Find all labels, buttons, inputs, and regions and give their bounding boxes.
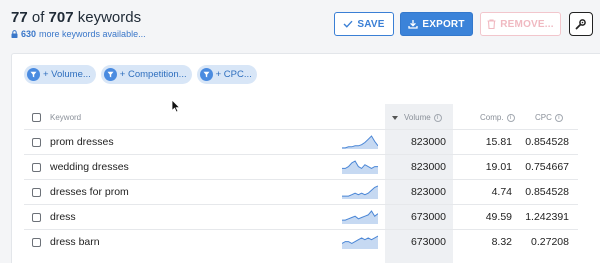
volume-cell: 823000: [410, 136, 446, 148]
filter-icon: [103, 68, 117, 81]
sparkline-area: [342, 186, 378, 199]
trend-sparkline: [342, 235, 378, 249]
export-button[interactable]: EXPORT: [400, 12, 473, 36]
filter-cpc-label: + CPC...: [215, 69, 252, 80]
keyword-cell: wedding dresses: [50, 161, 129, 173]
competition-cell: 15.81: [485, 136, 512, 148]
remove-button[interactable]: REMOVE...: [480, 12, 561, 36]
filter-icon: [27, 68, 40, 81]
table-row[interactable]: prom dresses 823000 15.81 0.854528: [24, 129, 578, 154]
filter-cpc[interactable]: + CPC...: [196, 65, 257, 84]
sparkline-area: [342, 236, 378, 249]
trend-sparkline: [342, 135, 378, 149]
row-checkbox[interactable]: [32, 163, 41, 172]
row-checkbox[interactable]: [32, 138, 41, 147]
filter-bar: + Volume... + Competition... + CPC...: [24, 65, 257, 84]
info-icon[interactable]: i: [554, 113, 563, 122]
info-icon[interactable]: i: [506, 113, 515, 122]
gear-icon: [575, 19, 586, 30]
filter-volume[interactable]: + Volume...: [24, 65, 96, 84]
filter-competition-label: + Competition...: [119, 69, 187, 80]
keyword-cell: prom dresses: [50, 136, 114, 148]
trend-sparkline: [342, 160, 378, 174]
competition-cell: 19.01: [485, 161, 512, 173]
count-total: 707: [48, 9, 74, 26]
table-row[interactable]: dresses for prom 823000 4.74 0.854528: [24, 179, 578, 204]
keyword-cell: dress: [50, 211, 76, 223]
cpc-cell: 0.854528: [525, 186, 569, 198]
table-row[interactable]: wedding dresses 823000 19.01 0.754667: [24, 154, 578, 179]
row-checkbox[interactable]: [32, 213, 41, 222]
table-row[interactable]: dress 673000 49.59 1.242391: [24, 204, 578, 229]
sparkline-line: [342, 160, 378, 170]
competition-cell: 8.32: [491, 236, 512, 248]
cpc-cell: 0.27208: [531, 236, 569, 248]
cpc-cell: 0.754667: [525, 161, 569, 173]
column-header-cpc[interactable]: CPC i: [535, 113, 563, 122]
count-of: of: [31, 9, 45, 26]
keyword-cell: dresses for prom: [50, 186, 129, 198]
keyword-count-title: 77 of 707 keywords: [11, 9, 141, 26]
row-checkbox[interactable]: [32, 188, 41, 197]
more-keywords-link[interactable]: 630 more keywords available...: [11, 29, 146, 39]
lock-icon: [11, 30, 18, 38]
volume-cell: 823000: [410, 161, 446, 173]
volume-cell: 673000: [410, 211, 446, 223]
select-all-checkbox[interactable]: [32, 113, 41, 122]
keywords-panel: + Volume... + Competition... + CPC... Ke…: [11, 53, 600, 263]
table-row[interactable]: dress barn 673000 8.32 0.27208: [24, 229, 578, 254]
volume-cell: 673000: [410, 236, 446, 248]
settings-button[interactable]: [569, 12, 593, 36]
keyword-cell: dress barn: [50, 236, 100, 248]
sort-desc-icon: [392, 115, 398, 120]
count-unit: keywords: [77, 9, 142, 26]
column-header-keyword[interactable]: Keyword: [50, 113, 81, 122]
column-header-volume[interactable]: Volume i: [392, 113, 442, 122]
column-header-comp[interactable]: Comp. i: [480, 113, 515, 122]
download-icon: [408, 20, 418, 29]
trend-sparkline: [342, 210, 378, 224]
filter-competition[interactable]: + Competition...: [100, 65, 192, 84]
filter-volume-label: + Volume...: [43, 69, 91, 80]
filter-icon: [199, 68, 213, 81]
competition-cell: 49.59: [485, 211, 512, 223]
cpc-cell: 1.242391: [525, 211, 569, 223]
row-checkbox[interactable]: [32, 238, 41, 247]
save-button[interactable]: SAVE: [334, 12, 394, 36]
volume-cell: 823000: [410, 186, 446, 198]
cpc-cell: 0.854528: [525, 136, 569, 148]
competition-cell: 4.74: [491, 186, 512, 198]
more-text: more keywords available...: [39, 29, 146, 39]
save-label: SAVE: [357, 18, 385, 30]
info-icon[interactable]: i: [433, 113, 442, 122]
more-count: 630: [21, 29, 37, 39]
trend-sparkline: [342, 185, 378, 199]
page-header: 77 of 707 keywords 630 more keywords ava…: [0, 0, 600, 52]
export-label: EXPORT: [422, 18, 465, 30]
count-shown: 77: [11, 9, 28, 26]
table-header: Keyword Volume i Comp. i CPC i: [24, 109, 578, 129]
check-icon: [343, 20, 353, 28]
trash-icon: [487, 19, 496, 29]
remove-label: REMOVE...: [500, 18, 554, 30]
